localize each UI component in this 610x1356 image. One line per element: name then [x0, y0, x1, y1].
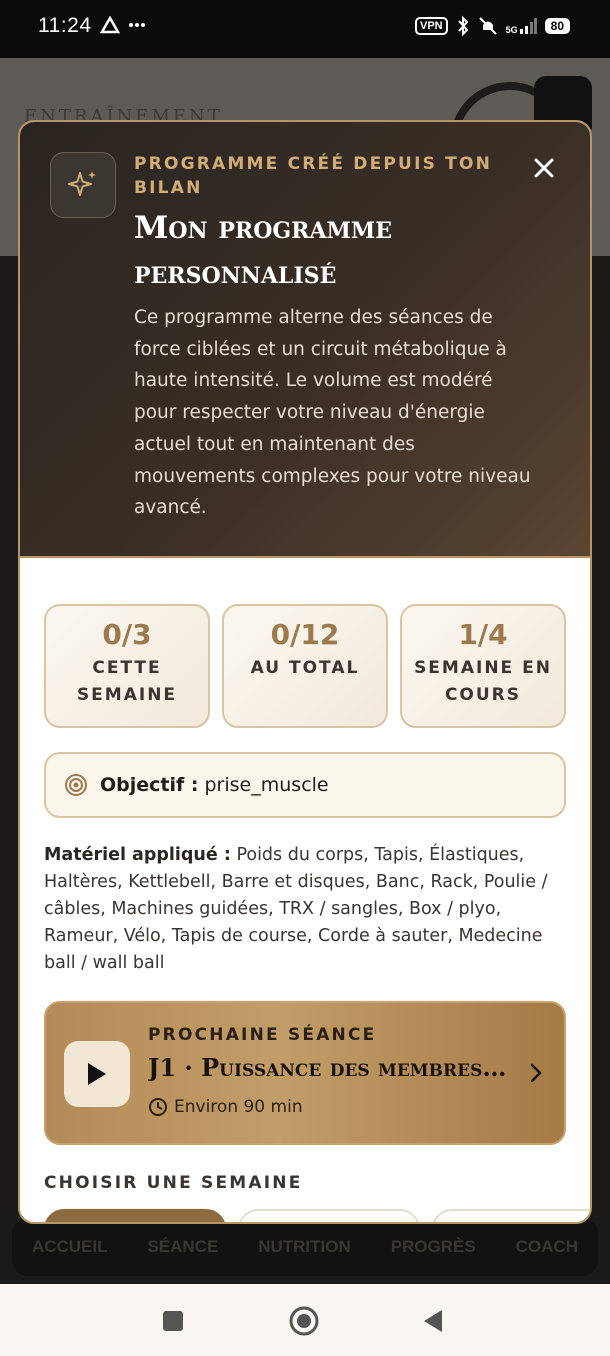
week-selector	[44, 1209, 590, 1222]
week-pill-2[interactable]	[238, 1209, 420, 1222]
stats-row: 0/3 CETTE SEMAINE 0/12 AU TOTAL 1/4 SEMA…	[44, 604, 566, 728]
stat-value: 0/3	[102, 618, 152, 651]
next-session-duration: Environ 90 min	[148, 1097, 303, 1117]
bluetooth-icon	[457, 15, 468, 37]
modal-header: PROGRAMME CRÉÉ DEPUIS TON BILAN Mon prog…	[20, 122, 590, 558]
chevron-right-icon	[530, 1063, 542, 1083]
vpn-icon: VPN	[415, 17, 448, 35]
week-pill-1[interactable]	[44, 1209, 226, 1222]
duration-text: Environ 90 min	[174, 1097, 303, 1117]
more-icon	[129, 23, 145, 27]
system-icons: VPN 5G 80	[415, 15, 570, 37]
sparkle-icon	[50, 152, 116, 218]
objective-value: prise_muscle	[204, 774, 329, 796]
modal-eyebrow: PROGRAMME CRÉÉ DEPUIS TON BILAN	[134, 154, 493, 198]
stat-card-week: 0/3 CETTE SEMAINE	[44, 604, 210, 728]
next-session-eyebrow: PROCHAINE SÉANCE	[148, 1025, 377, 1045]
weeks-section-title: CHOISIR UNE SEMAINE	[44, 1173, 303, 1193]
stat-value: 1/4	[458, 618, 508, 651]
home-button[interactable]	[288, 1305, 320, 1337]
objective-label: Objectif :	[100, 774, 199, 796]
equipment-label: Matériel appliqué :	[44, 845, 231, 865]
stat-label: CETTE SEMAINE	[76, 658, 178, 705]
stat-card-current-week: 1/4 SEMAINE EN COURS	[400, 604, 566, 728]
clock: 11:24	[38, 14, 92, 37]
tab-nutrition: NUTRITION	[258, 1237, 351, 1256]
modal-body: 0/3 CETTE SEMAINE 0/12 AU TOTAL 1/4 SEMA…	[20, 558, 590, 1222]
program-modal: PROGRAMME CRÉÉ DEPUIS TON BILAN Mon prog…	[18, 120, 592, 1224]
tab-coach: COACH	[515, 1237, 578, 1256]
close-button[interactable]	[526, 150, 562, 186]
clock-icon	[149, 1098, 167, 1116]
status-bar: 11:24 VPN 5G 80	[0, 0, 610, 58]
back-button[interactable]	[422, 1308, 444, 1334]
tab-accueil: ACCUEIL	[31, 1237, 108, 1256]
equipment-text: Matériel appliqué : Poids du corps, Tapi…	[44, 842, 566, 977]
stat-label: AU TOTAL	[250, 658, 360, 678]
stat-card-total: 0/12 AU TOTAL	[222, 604, 388, 728]
recents-button[interactable]	[162, 1310, 184, 1332]
tab-progres: PROGRÈS	[390, 1237, 476, 1256]
mute-icon	[478, 17, 497, 35]
app-notification-icon	[100, 16, 120, 34]
objective-card: Objectif : prise_muscle	[44, 752, 566, 818]
stat-value: 0/12	[270, 618, 340, 651]
target-icon	[65, 774, 87, 796]
tab-seance: SÉANCE	[147, 1237, 219, 1256]
modal-description: Ce programme alterne des séances de forc…	[134, 307, 531, 519]
stat-label: SEMAINE EN COURS	[414, 658, 552, 705]
battery-icon: 80	[544, 18, 570, 34]
close-icon	[534, 158, 554, 178]
next-session-card[interactable]: PROCHAINE SÉANCE J1 · Puissance des memb…	[44, 1001, 566, 1145]
signal-icon: 5G	[506, 17, 537, 35]
notification-icons	[100, 16, 146, 34]
system-nav-bar	[0, 1284, 610, 1356]
play-icon	[64, 1041, 130, 1107]
background-tab-bar: ACCUEIL SÉANCE NUTRITION PROGRÈS COACH	[12, 1218, 598, 1276]
next-session-title: J1 · Puissance des membres inférieurs	[148, 1053, 508, 1082]
modal-title: Mon programme personnalisé	[134, 210, 392, 291]
week-pill-3[interactable]	[432, 1209, 590, 1222]
